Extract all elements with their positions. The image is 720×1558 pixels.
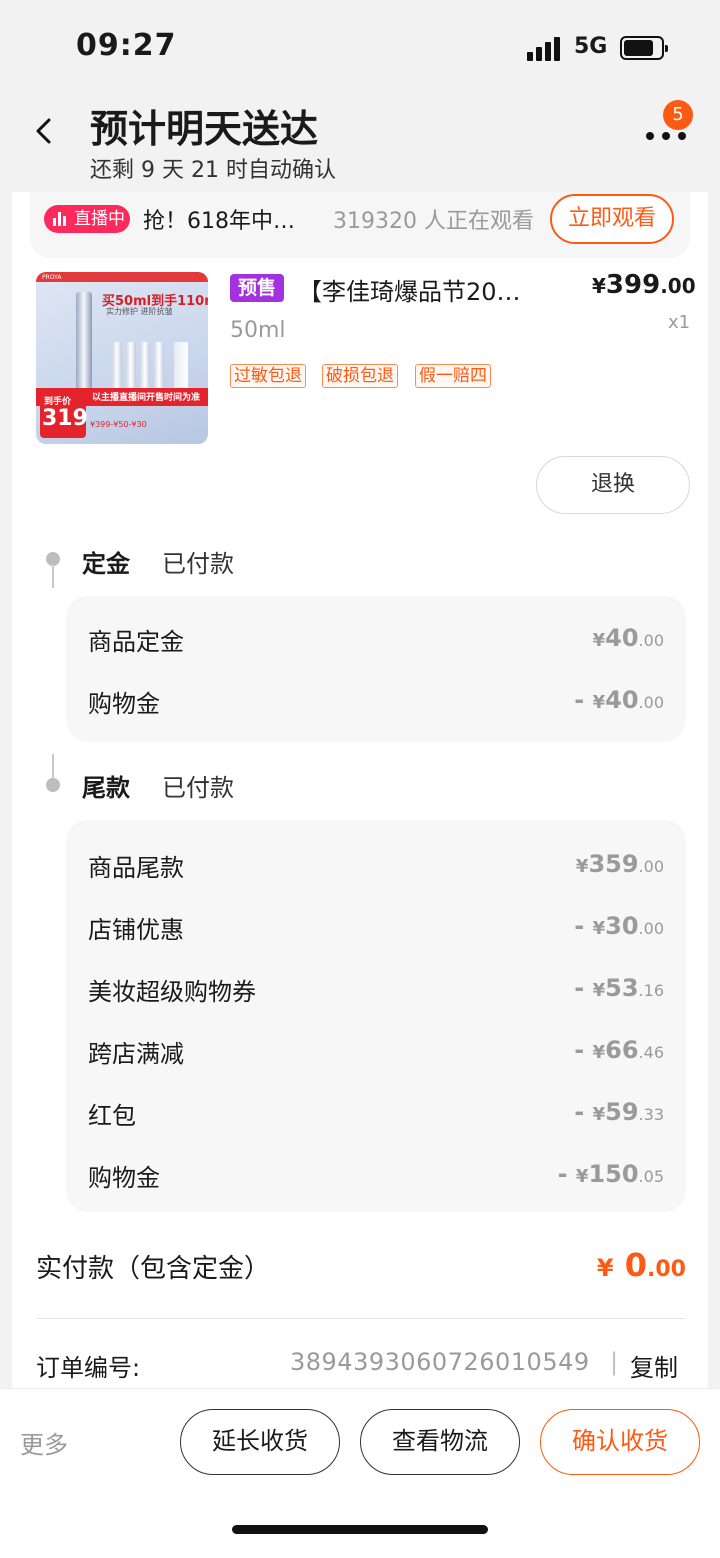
fee-label: 商品尾款	[88, 854, 184, 882]
order-detail-card: 直播中 抢！618年中… 319320 人正在观看 立即观看 PROYA 买50…	[12, 192, 708, 1392]
fee-label: 跨店满减	[88, 1040, 184, 1068]
order-number: 3894393060726010549	[290, 1348, 590, 1376]
status-bar: 09:27 5G	[0, 0, 720, 92]
total-paid-label: 实付款（包含定金）	[36, 1254, 271, 1284]
fee-label: 商品定金	[88, 628, 184, 656]
product-title[interactable]: 【李佳琦爆品节20…	[298, 272, 570, 307]
service-tag: 破损包退	[322, 364, 398, 388]
more-actions-button[interactable]: 更多	[20, 1425, 68, 1460]
order-separator: |	[610, 1348, 619, 1376]
product-variant: 50ml	[230, 318, 286, 343]
order-number-label: 订单编号:	[36, 1354, 141, 1382]
view-logistics-button[interactable]: 查看物流	[360, 1409, 520, 1475]
return-exchange-button[interactable]: 退换	[536, 456, 690, 514]
timeline-line	[52, 754, 54, 778]
fee-label: 店铺优惠	[88, 916, 184, 944]
product-image-brand: PROYA	[42, 274, 62, 281]
back-icon[interactable]	[30, 116, 60, 146]
fee-row: 红包 - ¥59.33	[88, 1092, 664, 1132]
deposit-stage-status: 已付款	[162, 550, 234, 578]
battery-icon	[620, 36, 668, 60]
fee-amount: - ¥40.00	[574, 686, 664, 714]
live-title: 抢！618年中…	[143, 209, 295, 234]
fee-amount: - ¥30.00	[574, 912, 664, 940]
live-viewers: 319320 人正在观看	[333, 209, 534, 234]
product-quantity: x1	[668, 312, 691, 333]
fee-amount: - ¥150.05	[557, 1160, 664, 1188]
presale-tag: 预售	[230, 274, 284, 302]
confirm-receipt-button[interactable]: 确认收货	[540, 1409, 700, 1475]
product-image-footnote: ¥399-¥50-¥30	[90, 420, 147, 429]
auto-confirm-countdown: 还剩 9 天 21 时自动确认	[90, 158, 336, 183]
live-badge-label: 直播中	[74, 209, 125, 229]
fee-amount: - ¥66.46	[574, 1036, 664, 1064]
bottom-action-bar: 更多 延长收货 查看物流 确认收货	[0, 1388, 720, 1558]
fee-label: 美妆超级购物券	[88, 978, 256, 1006]
product-image-banner: 以主播直播间开售时间为准	[92, 393, 201, 403]
fee-row: 购物金 - ¥150.05	[88, 1154, 664, 1194]
service-tag: 假一赔四	[415, 364, 491, 388]
header: 预计明天送达 还剩 9 天 21 时自动确认 5	[0, 92, 720, 192]
product-image-subline: 实力修护 进阶抗皱	[106, 307, 173, 316]
fee-label: 购物金	[88, 1164, 160, 1192]
live-banner[interactable]: 直播中 抢！618年中… 319320 人正在观看 立即观看	[30, 192, 690, 258]
notification-badge: 5	[663, 100, 693, 130]
live-icon	[53, 212, 69, 226]
deposit-fee-box: 商品定金 ¥40.00 购物金 - ¥40.00	[66, 596, 686, 742]
product-image[interactable]: PROYA 买50ml到手110ml 实力修护 进阶抗皱 以主播直播间开售时间为…	[36, 272, 208, 444]
fee-amount: - ¥59.33	[574, 1098, 664, 1126]
product-price: ¥399.00	[592, 270, 696, 300]
total-paid-amount: ¥ 0.00	[596, 1246, 686, 1284]
timeline-line	[52, 564, 54, 588]
product-image-price: 319	[42, 406, 88, 431]
network-type: 5G	[574, 34, 608, 59]
divider	[36, 1318, 686, 1319]
deposit-stage-name: 定金	[82, 550, 130, 578]
fee-row: 商品定金 ¥40.00	[88, 618, 664, 658]
fee-row: 店铺优惠 - ¥30.00	[88, 906, 664, 946]
fee-row: 购物金 - ¥40.00	[88, 680, 664, 720]
live-badge: 直播中	[44, 205, 130, 233]
fee-row: 商品尾款 ¥359.00	[88, 844, 664, 884]
balance-stage-status: 已付款	[162, 774, 234, 802]
balance-stage-name: 尾款	[82, 774, 130, 802]
fee-label: 购物金	[88, 690, 160, 718]
service-tag: 过敏包退	[230, 364, 306, 388]
balance-fee-box: 商品尾款 ¥359.00 店铺优惠 - ¥30.00 美妆超级购物券 - ¥53…	[66, 820, 686, 1212]
signal-icon	[527, 37, 563, 61]
home-indicator[interactable]	[232, 1525, 488, 1534]
timeline-dot	[46, 778, 60, 792]
fee-row: 跨店满减 - ¥66.46	[88, 1030, 664, 1070]
copy-order-number-button[interactable]: 复制	[630, 1348, 678, 1383]
status-time: 09:27	[76, 28, 177, 63]
fee-row: 美妆超级购物券 - ¥53.16	[88, 968, 664, 1008]
battery-level	[624, 40, 653, 56]
extend-receipt-button[interactable]: 延长收货	[180, 1409, 340, 1475]
fee-amount: ¥359.00	[575, 850, 664, 878]
fee-label: 红包	[88, 1102, 136, 1130]
watch-now-button[interactable]: 立即观看	[550, 194, 674, 244]
fee-amount: ¥40.00	[592, 624, 664, 652]
fee-amount: - ¥53.16	[574, 974, 664, 1002]
page-title: 预计明天送达	[90, 107, 319, 151]
